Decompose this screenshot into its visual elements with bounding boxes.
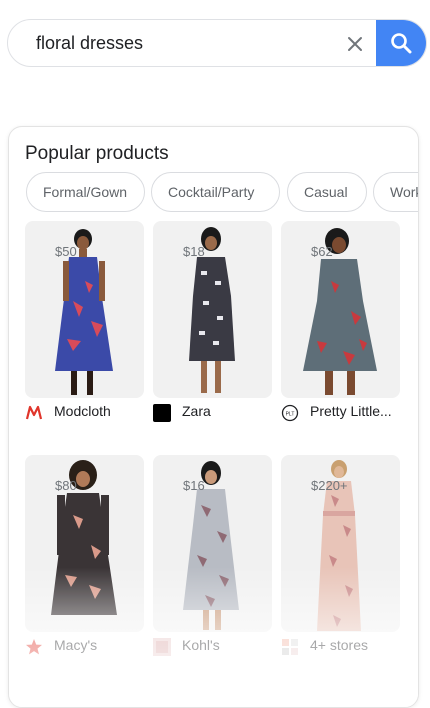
multiple-stores-icon (282, 639, 298, 655)
clear-button[interactable] (342, 31, 368, 57)
product-image[interactable] (25, 221, 144, 398)
product-card[interactable]: Modcloth $50 (25, 221, 145, 423)
chip-workwear[interactable]: Workw (373, 172, 418, 212)
kohls-logo-icon (153, 638, 171, 656)
product-price: $62 (311, 244, 333, 259)
product-price: $80 (55, 478, 77, 493)
product-image[interactable] (153, 221, 272, 398)
product-card[interactable]: PLT Pretty Little... $62 (281, 221, 401, 423)
close-icon (348, 37, 362, 51)
chip-cocktail-party[interactable]: Cocktail/Party (151, 172, 280, 212)
zara-logo-icon (153, 404, 171, 422)
store-name: 4+ stores (310, 637, 368, 653)
svg-text:PLT: PLT (286, 412, 295, 418)
product-card[interactable]: Zara $18 (153, 221, 273, 423)
product-card[interactable]: Macy's $80 (25, 455, 145, 657)
search-button[interactable] (376, 20, 426, 66)
product-image[interactable] (281, 221, 400, 398)
product-price: $18 (183, 244, 205, 259)
card-title: Popular products (25, 143, 169, 164)
search-icon (391, 33, 412, 54)
product-price: $220+ (311, 478, 348, 493)
product-price: $16 (183, 478, 205, 493)
product-image[interactable] (153, 455, 272, 632)
store-name: Pretty Little... (310, 403, 392, 419)
store-name: Zara (182, 403, 211, 419)
macys-star-icon (26, 639, 42, 655)
filter-chips: Formal/Gown Cocktail/Party Casual Workw (26, 172, 418, 214)
search-bar (7, 19, 427, 67)
search-input[interactable] (36, 20, 326, 66)
product-card[interactable]: 4+ stores $220+ (281, 455, 401, 657)
product-price: $50 (55, 244, 77, 259)
chip-formal-gown[interactable]: Formal/Gown (26, 172, 145, 212)
product-image[interactable] (25, 455, 144, 632)
product-card[interactable]: Kohl's $16 (153, 455, 273, 657)
chip-casual[interactable]: Casual (287, 172, 367, 212)
store-name: Modcloth (54, 403, 111, 419)
store-name: Macy's (54, 637, 98, 653)
modcloth-logo-icon (25, 405, 43, 420)
popular-products-card: Popular products Formal/Gown Cocktail/Pa… (8, 126, 419, 708)
store-name: Kohl's (182, 637, 220, 653)
prettylittlething-logo-icon: PLT (281, 404, 299, 422)
